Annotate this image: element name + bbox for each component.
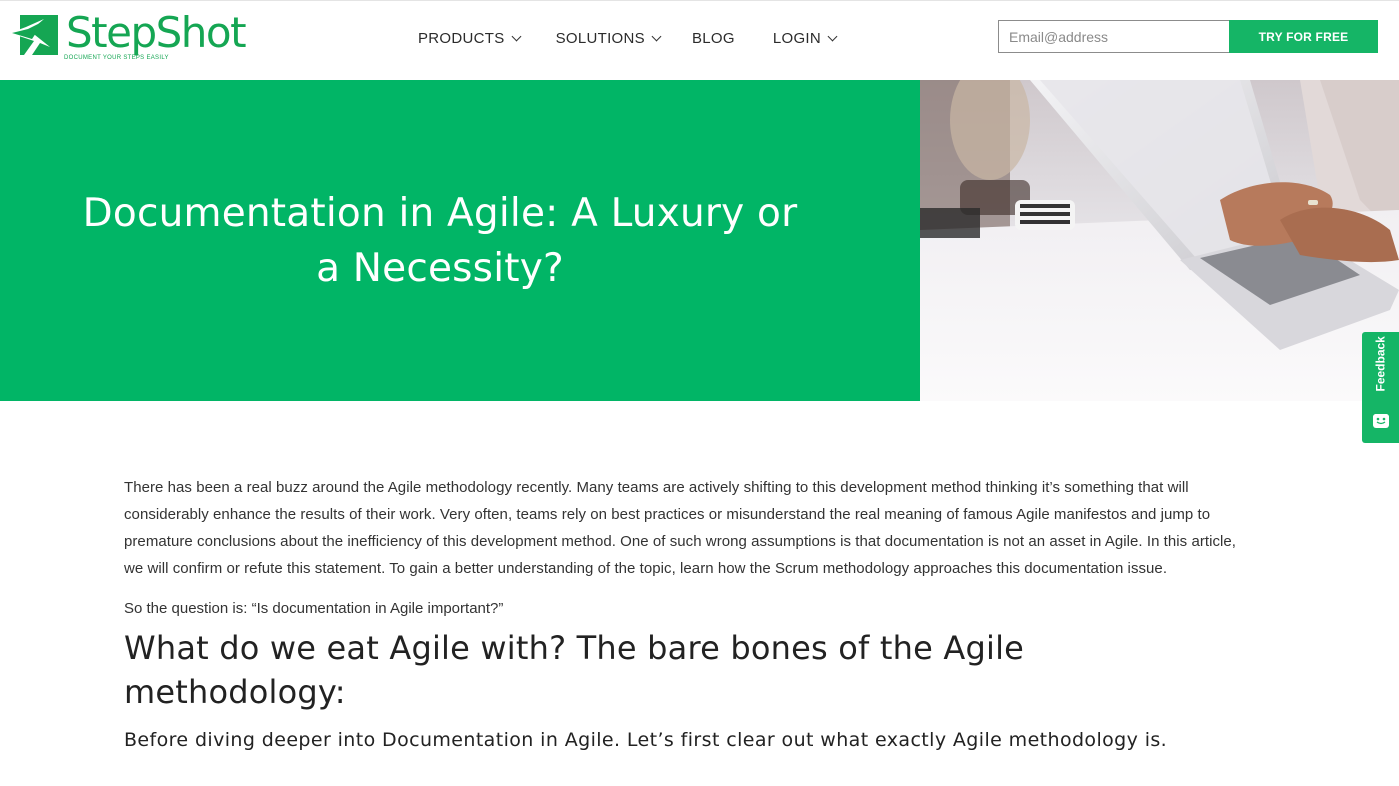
site-header: StepShot DOCUMENT YOUR STEPS EASILY PROD…	[0, 0, 1399, 80]
logo-wordmark: StepShot	[66, 8, 247, 57]
hero-banner: Documentation in Agile: A Luxury or a Ne…	[0, 80, 920, 401]
feedback-tab[interactable]: Feedback	[1362, 332, 1399, 443]
chevron-down-icon	[651, 31, 662, 41]
chat-icon	[1373, 414, 1389, 428]
chevron-down-icon	[511, 31, 522, 41]
nav-login-label: LOGIN	[772, 29, 822, 47]
nav-login[interactable]: LOGIN	[772, 29, 838, 47]
article-question: So the question is: “Is documentation in…	[124, 600, 504, 617]
page-title: Documentation in Agile: A Luxury or a Ne…	[82, 191, 798, 291]
hero-image	[920, 80, 1399, 401]
nav-products[interactable]: PRODUCTS	[418, 29, 522, 47]
logo-bird-icon	[10, 11, 60, 61]
section-heading: What do we eat Agile with? The bare bone…	[124, 629, 1025, 711]
nav-products-label: PRODUCTS	[418, 29, 505, 47]
feedback-label: Feedback	[1373, 336, 1388, 392]
try-for-free-button[interactable]: TRY FOR FREE	[1229, 20, 1378, 53]
section-lead: Before diving deeper into Documentation …	[124, 729, 1168, 751]
nav-blog[interactable]: BLOG	[692, 30, 735, 47]
nav-solutions-label: SOLUTIONS	[555, 29, 645, 47]
logo-tagline: DOCUMENT YOUR STEPS EASILY	[64, 55, 169, 61]
article-body: There has been a real buzz around the Ag…	[124, 474, 1240, 754]
stepshot-logo[interactable]: StepShot DOCUMENT YOUR STEPS EASILY	[10, 11, 247, 65]
chevron-down-icon	[827, 31, 838, 41]
main-nav: PRODUCTS SOLUTIONS BLOG LOGIN	[418, 25, 838, 51]
nav-solutions[interactable]: SOLUTIONS	[555, 29, 662, 47]
email-field[interactable]	[998, 20, 1229, 53]
nav-blog-label: BLOG	[691, 29, 735, 47]
article-intro: There has been a real buzz around the Ag…	[124, 479, 1237, 577]
